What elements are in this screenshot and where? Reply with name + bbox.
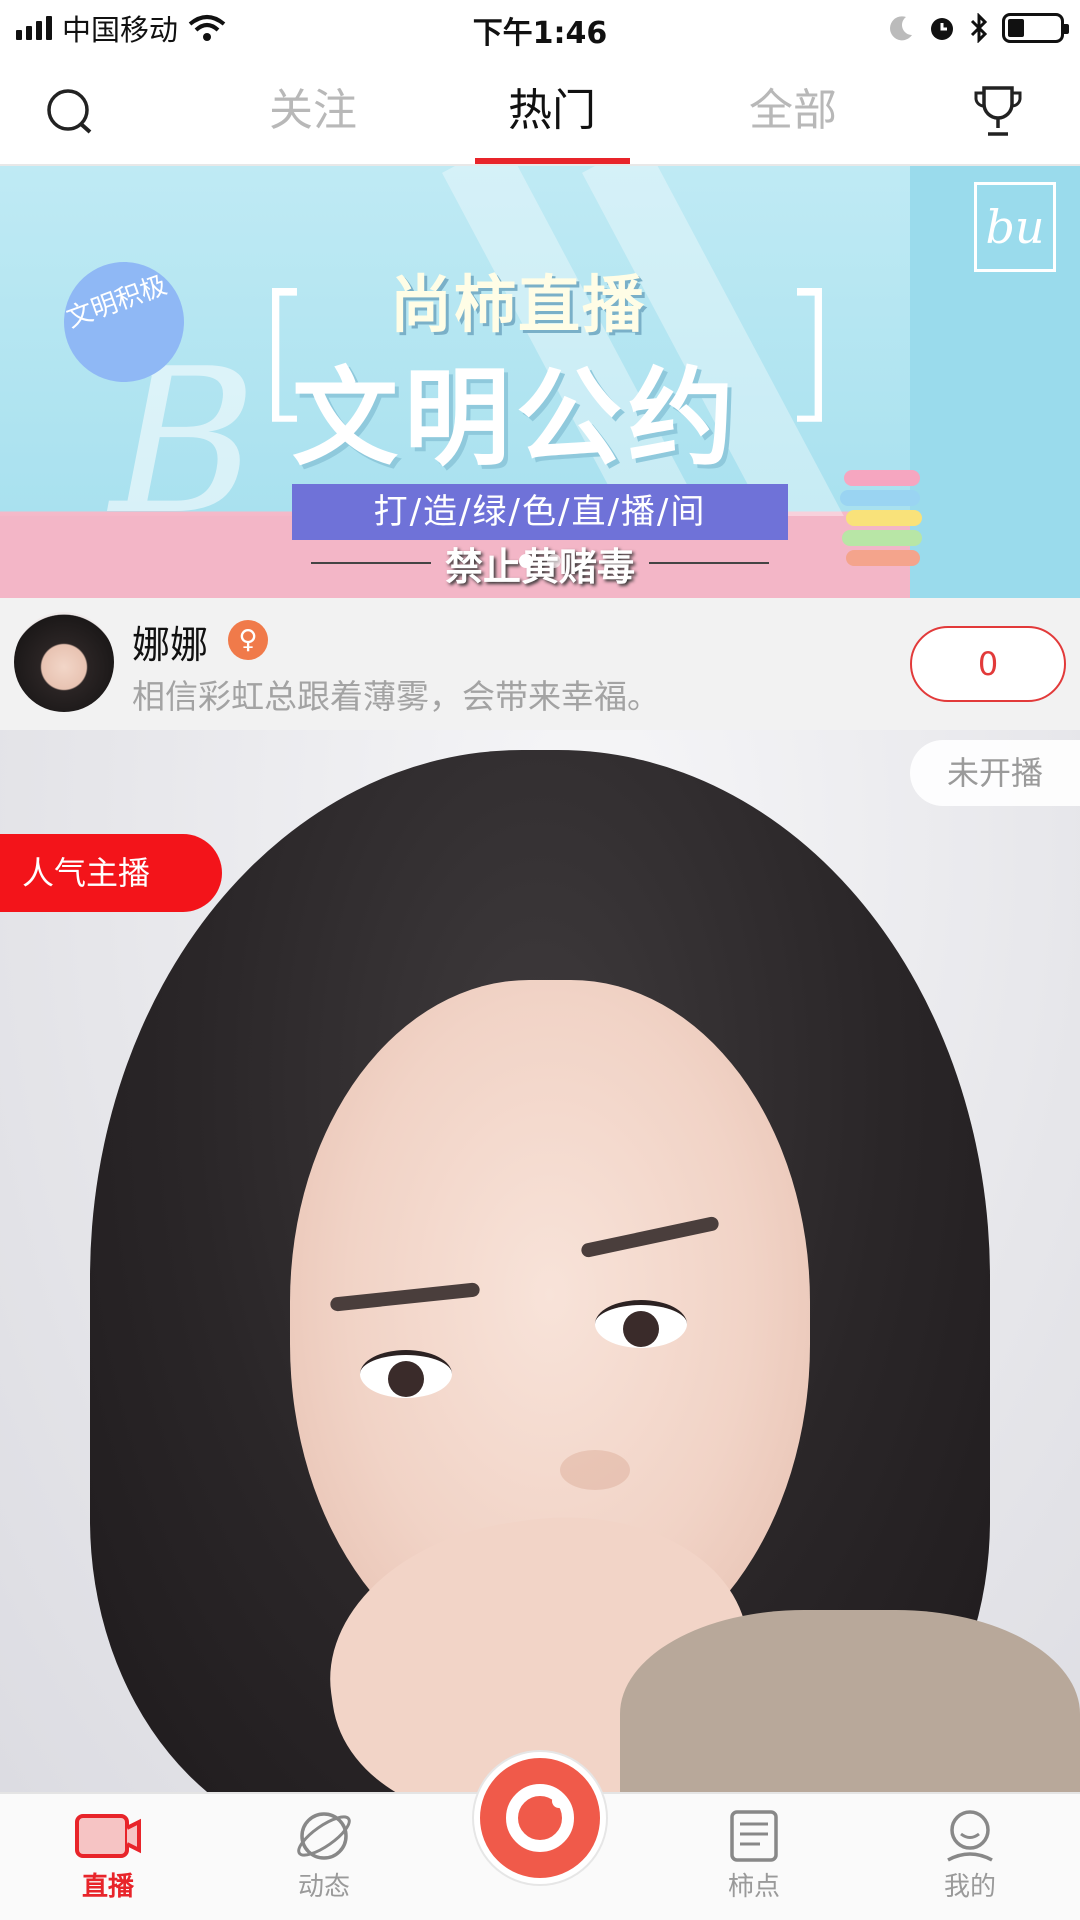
trophy-icon[interactable] <box>970 84 1026 140</box>
tab-profile-label: 我的 <box>943 1872 996 1902</box>
banner-strip: 打/造/绿/色/直/播/间 <box>292 484 788 540</box>
promo-banner[interactable]: B 文明积极 [ ] 尚柿直播 文明公约 打/造/绿/色/直/播/间 禁止黄赌毒… <box>0 166 1080 598</box>
live-cover-image[interactable]: 人气主播 未开播 <box>0 730 1080 1792</box>
bracket-right-icon: ] <box>780 264 839 438</box>
tab-active-indicator <box>475 158 630 164</box>
banner-logo: bu <box>974 182 1056 272</box>
cover-nose <box>560 1450 630 1490</box>
anchor-name: 娜娜 <box>132 623 209 667</box>
banner-main-title: 文明公约 <box>292 357 740 480</box>
alarm-icon <box>931 18 953 40</box>
follow-count-button[interactable]: 0 <box>910 626 1066 702</box>
moon-icon <box>890 16 912 41</box>
profile-icon <box>947 1810 993 1862</box>
bluetooth-icon <box>970 13 988 43</box>
planet-icon <box>297 1812 351 1860</box>
tab-all[interactable]: 全部 <box>713 78 873 144</box>
search-icon[interactable] <box>42 84 98 140</box>
banner-title: 尚柿直播 <box>390 268 647 341</box>
battery-icon <box>1002 13 1069 43</box>
tab-points[interactable]: 柿点 <box>694 1808 814 1920</box>
status-bar: 中国移动 下午1:46 <box>0 0 1080 56</box>
tab-points-label: 柿点 <box>727 1872 780 1902</box>
banner-pagination <box>0 554 1080 568</box>
pagination-dot <box>547 554 561 568</box>
record-icon-dot <box>552 1794 566 1808</box>
tab-live[interactable]: 直播 <box>48 1808 168 1920</box>
tab-follow[interactable]: 关注 <box>233 78 393 144</box>
cover-eye <box>595 1300 687 1348</box>
anchor-signature: 相信彩虹总跟着薄雾，会带来幸福。 <box>132 677 660 716</box>
anchor-info-row[interactable]: 娜娜 ♀ 相信彩虹总跟着薄雾，会带来幸福。 0 <box>0 598 1080 730</box>
tab-feed-label: 动态 <box>297 1872 350 1902</box>
tab-live-label: 直播 <box>81 1872 134 1902</box>
tab-profile[interactable]: 我的 <box>910 1808 1030 1920</box>
live-status-tag: 未开播 <box>910 740 1080 806</box>
pagination-dot <box>519 554 533 568</box>
cover-eye <box>360 1350 452 1398</box>
popular-anchor-tag: 人气主播 <box>0 834 222 912</box>
top-navigation: 关注 热门 全部 <box>0 56 1080 166</box>
avatar[interactable] <box>14 612 114 712</box>
cover-sweater <box>620 1610 1080 1792</box>
tab-hot[interactable]: 热门 <box>472 78 632 144</box>
record-button[interactable] <box>474 1752 606 1884</box>
tab-feed[interactable]: 动态 <box>264 1808 384 1920</box>
live-camera-icon <box>75 1814 141 1858</box>
status-right <box>888 10 1069 46</box>
female-icon: ♀ <box>228 620 268 660</box>
record-icon <box>506 1784 574 1852</box>
document-icon <box>730 1810 778 1862</box>
